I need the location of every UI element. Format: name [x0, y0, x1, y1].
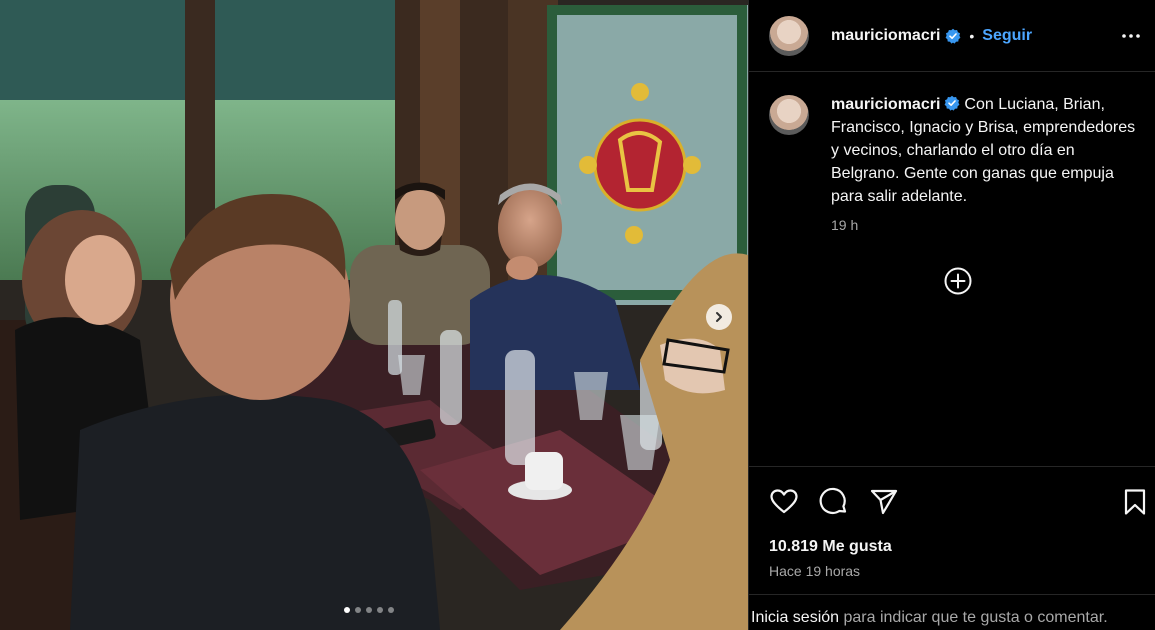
post-caption: mauriciomacri Con Luciana, Brian, Franci… [769, 93, 1139, 237]
avatar[interactable] [769, 95, 809, 135]
more-options-icon[interactable] [1119, 24, 1143, 48]
carousel-next-button[interactable] [706, 304, 732, 330]
post-actions [749, 466, 1155, 537]
separator-dot: • [969, 27, 975, 44]
carousel-indicator [344, 607, 394, 613]
login-link[interactable]: Inicia sesión [751, 609, 839, 626]
verified-badge-icon [944, 95, 960, 111]
carousel-dot [355, 607, 361, 613]
post-media[interactable] [0, 0, 748, 630]
bookmark-icon[interactable] [1120, 487, 1150, 517]
post-header: mauriciomacri • Seguir [749, 0, 1155, 72]
follow-button[interactable]: Seguir [982, 27, 1032, 45]
likes-count[interactable]: 10.819 Me gusta [769, 538, 892, 556]
heart-icon[interactable] [769, 487, 799, 517]
login-prompt: Inicia sesión para indicar que te gusta … [749, 594, 1155, 630]
caption-username-link[interactable]: mauriciomacri [831, 96, 940, 113]
plus-circle-icon[interactable] [943, 266, 973, 296]
carousel-dot [344, 607, 350, 613]
send-icon[interactable] [869, 487, 899, 517]
chevron-right-icon [716, 312, 722, 322]
verified-badge-icon [945, 28, 961, 44]
carousel-dot [388, 607, 394, 613]
username-link[interactable]: mauriciomacri [831, 27, 940, 45]
login-prompt-text: para indicar que te gusta o comentar. [839, 609, 1108, 626]
carousel-dot [366, 607, 372, 613]
carousel-dot [377, 607, 383, 613]
avatar[interactable] [769, 15, 809, 56]
comment-icon[interactable] [819, 487, 849, 517]
post-timestamp[interactable]: Hace 19 horas [769, 563, 860, 579]
post-photo [0, 0, 748, 630]
caption-timestamp[interactable]: 19 h [831, 214, 1136, 237]
post-sidebar: mauriciomacri • Seguir mauriciomacri Con… [748, 0, 1155, 630]
